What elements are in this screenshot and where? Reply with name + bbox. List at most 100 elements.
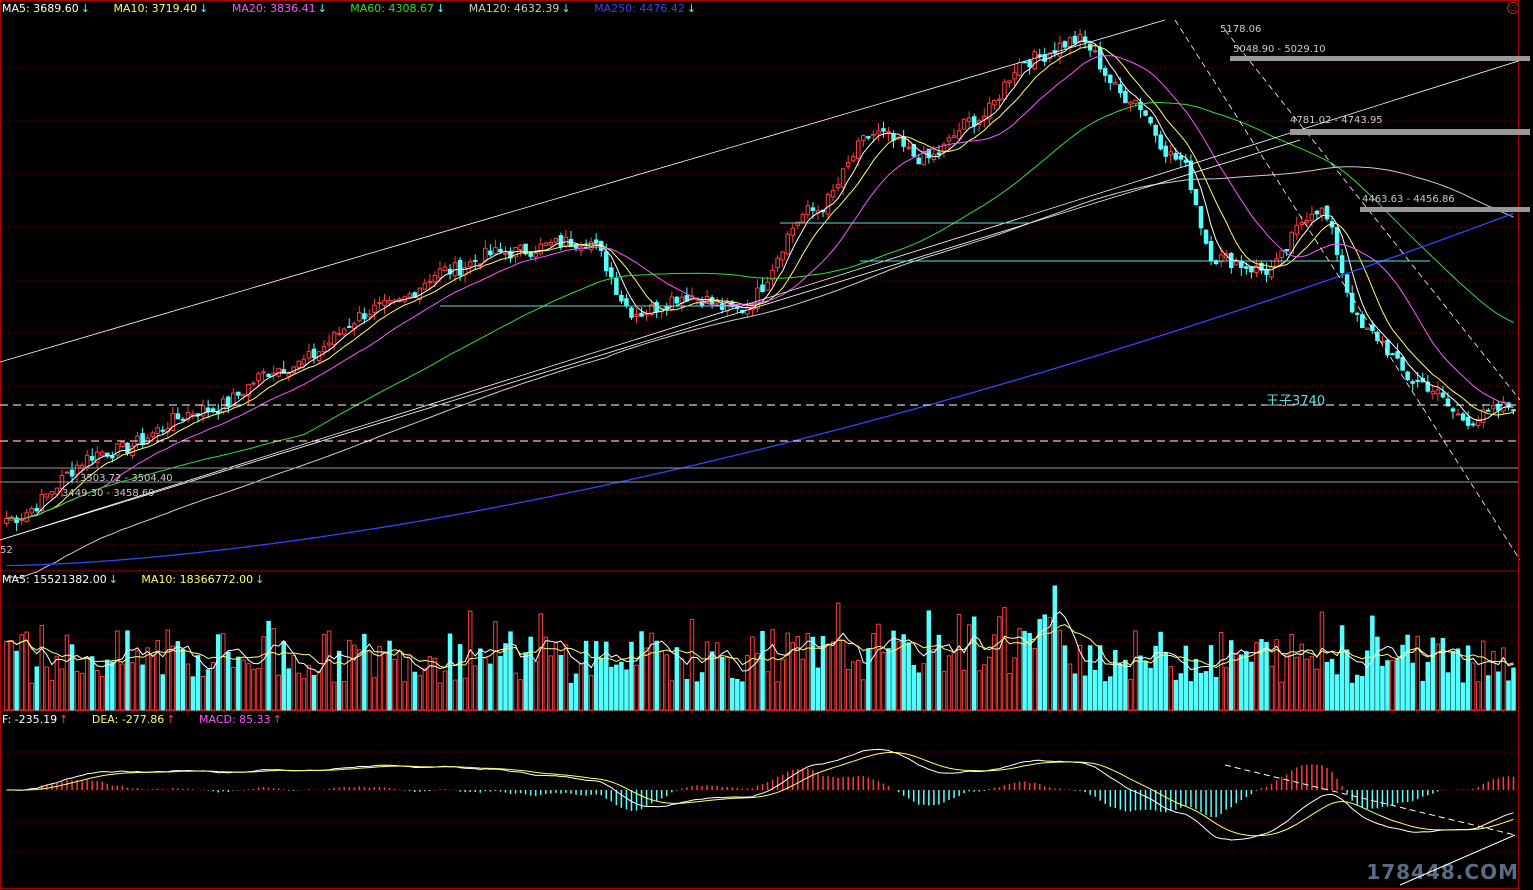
candle-body [483,247,488,262]
candle-body [760,284,765,292]
candle-body [810,207,816,211]
down-channel-dashed-line [1224,29,1521,401]
candle-body [321,346,327,353]
volume-bar [276,674,281,711]
candle-body [34,507,40,512]
volume-bar [639,631,644,711]
volume-bar [689,618,695,711]
volume-bar [684,678,690,711]
candle-body [619,294,624,302]
volume-bar [553,642,559,711]
candle-body [800,214,806,223]
volume-bar [1365,650,1370,711]
volume-bar [457,644,463,711]
candle-body [1395,351,1400,359]
volume-bar [598,658,604,711]
candle-body [543,242,549,246]
candle-body [871,133,876,137]
volume-bar [412,671,418,711]
candle-body [210,408,216,412]
volume-bar [845,668,851,711]
volume-bar [1460,682,1466,711]
volume-bar [352,644,357,711]
volume-bar [1032,648,1037,711]
volume-bar [614,664,619,711]
volume-bar [226,651,231,711]
volume-bar [372,677,377,711]
volume-bar [840,639,846,711]
volume-bar [770,629,775,711]
volume-bar [1072,673,1078,711]
candle-body [1072,35,1078,44]
volume-bar [84,656,90,711]
volume-bar [231,666,236,711]
volume-bar [1183,645,1189,711]
candle-body [1405,371,1410,381]
volume-bar [4,640,9,711]
volume-bar [1097,645,1103,711]
volume-bar [1380,665,1385,711]
candle-body [951,135,957,138]
volume-bar [669,680,675,711]
candle-body [1077,34,1083,43]
volume-bar [1470,662,1476,711]
volume-bar [135,650,140,711]
candle-body [1208,241,1214,262]
volume-bar [1445,672,1451,711]
candle-body [1158,134,1163,150]
volume-bar [1002,607,1007,711]
candle-body [54,487,60,495]
candle-body [518,244,523,251]
candle-body [100,451,105,456]
volume-bar [563,644,569,711]
volume-bar [1234,652,1239,711]
candle-body [1324,205,1330,220]
volume-bar [336,650,342,711]
candle-body [553,237,559,243]
volume-bar [558,654,564,711]
volume-bar [1491,651,1496,711]
volume-bar [1395,658,1400,711]
candle-body [1108,74,1113,84]
volume-bar [1168,666,1174,711]
volume-bar [382,651,387,711]
candle-body [765,281,770,291]
volume-bar [1420,680,1426,711]
volume-bar [1148,667,1153,711]
volume-bar [956,613,962,711]
candle-body [150,432,155,437]
volume-bar [316,670,322,711]
candle-body [956,130,962,140]
candle-body [331,331,337,346]
ma120-line [6,166,1514,579]
candle-body [1133,99,1138,105]
volume-bar [1349,682,1355,711]
candle-body [286,372,292,377]
volume-bar [760,631,765,711]
volume-bar [34,666,40,711]
volume-bar [1385,660,1390,711]
candle-body [241,393,246,397]
volume-bar [1486,675,1491,711]
candle-body [427,280,433,284]
candle-body [296,360,302,368]
candle-body [1349,292,1355,313]
volume-bar [59,668,65,711]
candle-body [1470,423,1476,426]
volume-bar [1012,657,1017,711]
stock-chart[interactable]: 5178.06 5048.90 - 5029.10 4781.02 - 4743.9… [0,0,1533,890]
candle-body [906,146,911,149]
candle-body [382,300,387,306]
candle-body [1299,221,1305,226]
volume-bar [64,634,70,711]
volume-bar [306,664,312,711]
volume-bar [326,630,332,711]
candle-body [1234,261,1239,266]
volume-bar [775,681,780,711]
volume-bar [1440,637,1446,711]
candle-body [493,247,498,255]
volume-bar [976,670,982,711]
volume-bar [1289,633,1294,711]
volume-bar [765,671,770,711]
candle-body [236,391,241,396]
